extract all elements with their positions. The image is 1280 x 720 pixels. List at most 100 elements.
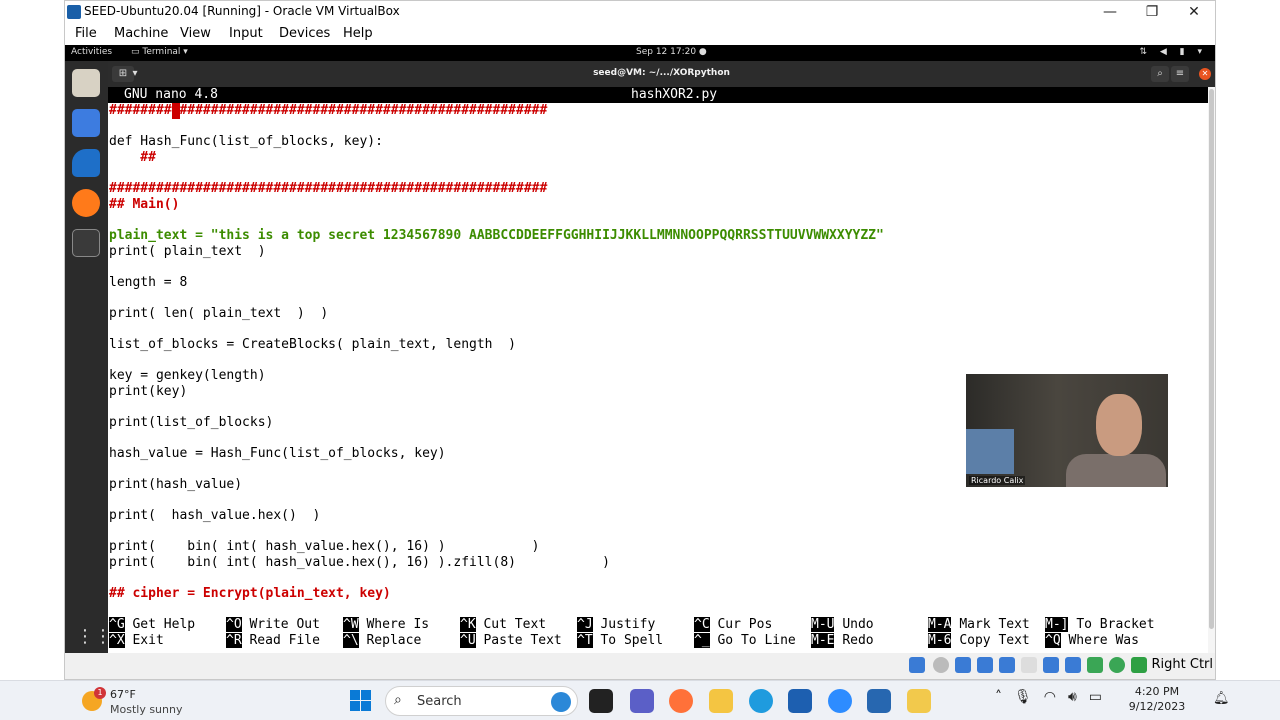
files-icon[interactable] [72,69,100,97]
bing-icon[interactable] [551,692,571,712]
cpu-icon[interactable] [1087,657,1103,673]
wireshark-icon[interactable] [72,149,100,177]
shortcut-get-help[interactable]: ^G Get Help [109,617,195,633]
ubuntu-dock: ⋮⋮⋮ [65,61,130,653]
store-icon[interactable] [788,689,812,713]
windows-start-icon[interactable] [350,690,372,712]
shortcut-where-is[interactable]: ^W Where Is [343,617,429,633]
shortcut-write-out[interactable]: ^O Write Out [226,617,320,633]
shortcut-key: ^C [694,617,710,632]
app-menu-label: Terminal ▾ [142,47,188,57]
nano-version: GNU nano 4.8 [124,87,218,102]
taskbar-search-box[interactable]: ⌕ Search [385,686,578,716]
nano-editor[interactable]: GNU nano 4.8 hashXOR2.py ###############… [108,87,1208,653]
scrollbar-thumb[interactable] [1209,89,1214,629]
shortcut-read-file[interactable]: ^R Read File [226,633,320,649]
shortcut-key: ^\ [343,633,359,648]
shortcut-copy-text[interactable]: M-6 Copy Text [928,633,1030,649]
code-line-9: plain_text = "this is a top secret 12345… [109,228,884,243]
menu-view[interactable]: View [180,26,211,41]
shortcut-key: M-U [811,617,835,632]
terminal-window: ⊞ ▾ seed@VM: ~/.../XORpython ⌕ ≡ ✕ GNU n… [108,61,1215,653]
shortcut-label: Cut Text [483,617,547,632]
system-tray-icons[interactable]: ⇅ ◀ ▮ ▾ [1139,47,1207,57]
menu-machine[interactable]: Machine [114,26,168,41]
shortcut-key: ^K [460,617,476,632]
shortcut-redo[interactable]: M-E Redo [811,633,874,649]
gnome-clock[interactable]: Sep 12 17:20 ● [636,47,707,57]
shortcut-label: Justify [600,617,656,632]
activities-button[interactable]: Activities [71,47,112,57]
shortcut-justify[interactable]: ^J Justify [577,617,655,633]
shortcut-label: To Bracket [1076,617,1155,632]
gnome-top-bar: Activities ▭ Terminal ▾ Sep 12 17:20 ● ⇅… [65,45,1215,61]
search-icon: ⌕ [394,692,402,708]
app-menu-terminal[interactable]: ▭ Terminal ▾ [131,47,188,57]
minimize-button[interactable]: — [1089,1,1131,23]
webcam-person [1096,394,1142,456]
terminal-icon[interactable] [72,229,100,257]
shortcut-label: Where Was [1068,633,1139,648]
task-view-icon[interactable] [589,689,613,713]
shortcut-where-was[interactable]: ^Q Where Was [1045,633,1139,649]
python-idle-icon[interactable] [907,689,931,713]
shortcut-label: To Spell [600,633,664,648]
screenshot-icon[interactable] [72,109,100,137]
shortcut-to-bracket[interactable]: M-] To Bracket [1045,617,1155,633]
shortcut-exit[interactable]: ^X Exit [109,633,164,649]
shortcut-mark-text[interactable]: M-A Mark Text [928,617,1030,633]
search-icon[interactable]: ⌕ [1151,66,1169,82]
edge-icon[interactable] [749,689,773,713]
shortcut-paste-text[interactable]: ^U Paste Text [460,633,562,649]
shortcut-key: ^O [226,617,242,632]
weather-widget[interactable]: 1 67°F Mostly sunny [80,685,200,717]
taskbar-date: 9/12/2023 [1128,700,1186,713]
guest-additions-icon[interactable] [1109,657,1125,673]
restore-button[interactable]: ❐ [1131,1,1173,23]
menu-devices[interactable]: Devices [279,26,330,41]
shortcut-label: Replace [366,633,422,648]
close-button[interactable]: ✕ [1173,1,1215,23]
shared-folders-icon[interactable] [1021,657,1037,673]
zoom-icon[interactable] [828,689,852,713]
shortcut-to-spell[interactable]: ^T To Spell [577,633,663,649]
optical-drive-icon[interactable] [933,657,949,673]
shortcut-go-to-line[interactable]: ^_ Go To Line [694,633,796,649]
show-apps-icon[interactable]: ⋮⋮⋮ [76,628,130,648]
terminal-scrollbar[interactable] [1208,87,1215,653]
shortcut-label: Go To Line [717,633,796,648]
virtualbox-taskbar-icon[interactable] [867,689,891,713]
webcam-monitor [966,429,1014,474]
window-title: SEED-Ubuntu20.04 [Running] - Oracle VM V… [84,4,400,18]
notification-bell-icon[interactable]: 🔔︎ [1213,691,1230,706]
shortcut-key: ^Q [1045,633,1061,648]
code-line-18: key = genkey(length) [109,368,266,383]
mouse-integration-icon[interactable] [1131,657,1147,673]
system-tray[interactable]: ˄🎙︎◠🔊︎▭ [995,689,1115,713]
network-icon[interactable] [977,657,993,673]
file-explorer-icon[interactable] [709,689,733,713]
shortcut-cur-pos[interactable]: ^C Cur Pos [694,617,772,633]
code-line-21: print(list_of_blocks) [109,415,274,430]
hard-disk-icon[interactable] [909,657,925,673]
firefox-taskbar-icon[interactable] [669,689,693,713]
close-icon[interactable]: ✕ [1199,68,1211,80]
teams-icon[interactable] [630,689,654,713]
weather-condition: Mostly sunny [110,703,183,716]
shortcut-undo[interactable]: M-U Undo [811,617,874,633]
video-capture-icon[interactable] [1065,657,1081,673]
display-icon[interactable] [1043,657,1059,673]
firefox-icon[interactable] [72,189,100,217]
audio-icon[interactable] [955,657,971,673]
code-line-16: list_of_blocks = CreateBlocks( plain_tex… [109,337,516,352]
hamburger-menu-icon[interactable]: ≡ [1171,66,1189,82]
menu-file[interactable]: File [75,26,97,41]
shortcut-cut-text[interactable]: ^K Cut Text [460,617,546,633]
shortcut-replace[interactable]: ^\ Replace [343,633,421,649]
menu-input[interactable]: Input [229,26,263,41]
shortcut-label: Where Is [366,617,430,632]
code-line-4: ## [109,150,156,165]
taskbar-clock[interactable]: 4:20 PM 9/12/2023 [1128,684,1186,714]
usb-icon[interactable] [999,657,1015,673]
menu-help[interactable]: Help [343,26,373,41]
